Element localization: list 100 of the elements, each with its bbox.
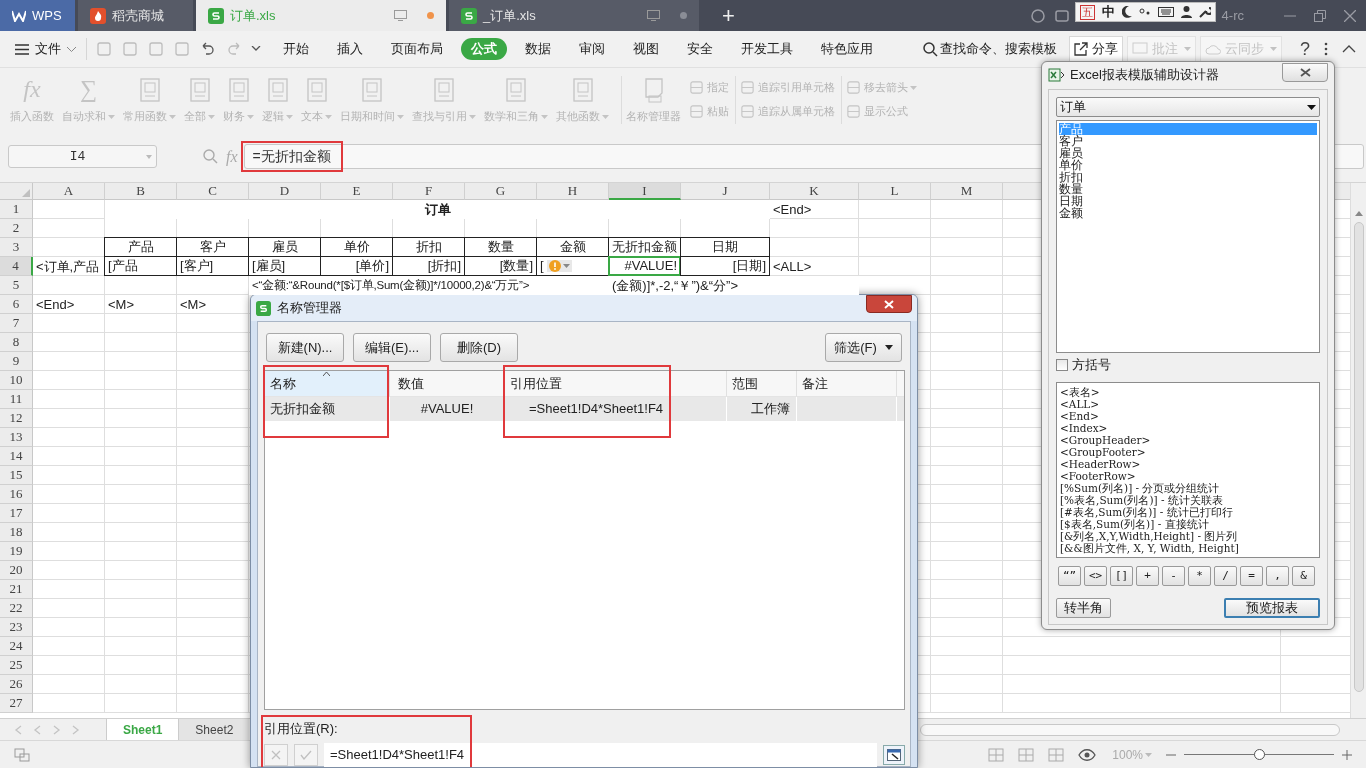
row-header[interactable]: 19 <box>0 542 33 561</box>
zoom-slider[interactable] <box>1184 748 1334 761</box>
reading-layout-icon[interactable] <box>1048 747 1065 762</box>
ribbon-tab[interactable]: 开发工具 <box>731 38 803 60</box>
table-cell[interactable]: <ALL> <box>770 257 859 276</box>
help-button[interactable]: ? <box>1300 35 1310 63</box>
reference-field[interactable]: =Sheet1!D4*Sheet1!F4 <box>324 743 877 767</box>
table-cell[interactable]: [产品 <box>104 256 177 276</box>
ribbon-tab[interactable]: 页面布局 <box>381 38 453 60</box>
list-item[interactable]: 日期 <box>1059 195 1317 207</box>
column-header[interactable]: F <box>393 183 465 200</box>
more-icon[interactable] <box>1324 42 1328 56</box>
input-mode-label[interactable]: 五 <box>1079 4 1095 20</box>
row-header[interactable]: 20 <box>0 561 33 580</box>
tokens-list[interactable] <box>1056 382 1320 558</box>
list-item[interactable]: <HeaderRow> <box>1060 458 1141 470</box>
share-button[interactable]: 分享 <box>1069 36 1123 62</box>
page-icon[interactable] <box>14 747 30 762</box>
column-header[interactable]: B <box>105 183 177 200</box>
table-cell[interactable]: 产品 <box>104 237 177 257</box>
ribbon-tab[interactable]: 插入 <box>327 38 373 60</box>
dialog-button[interactable]: 编辑(E)... <box>353 333 431 362</box>
list-item[interactable]: 数量 <box>1059 183 1317 195</box>
row-header[interactable]: 3 <box>0 238 33 257</box>
command-search[interactable]: 查找命令、搜索模板 <box>923 39 1057 59</box>
row-header[interactable]: 27 <box>0 694 33 713</box>
checkbox-box[interactable] <box>1056 359 1068 371</box>
symbol-button[interactable]: “” <box>1058 566 1081 586</box>
list-item[interactable]: <End> <box>1060 410 1099 422</box>
list-item[interactable]: <表名> <box>1060 386 1100 398</box>
slider-thumb[interactable] <box>1254 749 1265 760</box>
ribbon-tab[interactable]: 开始 <box>273 38 319 60</box>
scroll-up-icon[interactable] <box>1354 211 1363 216</box>
row-header[interactable]: 12 <box>0 409 33 428</box>
list-item[interactable]: [$表名,Sum(列名)] - 直接统计 <box>1060 518 1209 530</box>
dialog-button[interactable]: 新建(N)... <box>266 333 344 362</box>
name-row[interactable]: 无折扣金额 #VALUE! =Sheet1!D4*Sheet1!F4 工作簿 <box>265 397 904 421</box>
row-header[interactable]: 25 <box>0 656 33 675</box>
ribbon-tab[interactable]: 安全 <box>677 38 723 60</box>
tab[interactable]: 稻壳商城 <box>78 0 193 31</box>
row-header[interactable]: 26 <box>0 675 33 694</box>
symbol-button[interactable]: [] <box>1110 566 1133 586</box>
table-cell[interactable]: [客户] <box>176 256 249 276</box>
ribbon-tab[interactable]: 特色应用 <box>811 38 883 60</box>
list-item[interactable]: [%表名,Sum(列名)] - 统计关联表 <box>1060 494 1223 506</box>
row-header[interactable]: 24 <box>0 637 33 656</box>
list-item[interactable]: <ALL> <box>1060 398 1100 410</box>
column-header[interactable]: I <box>609 183 681 200</box>
row-header[interactable]: 1 <box>0 200 33 219</box>
list-item[interactable]: <GroupFooter> <box>1060 446 1146 458</box>
close-button[interactable] <box>1282 62 1328 82</box>
column-header[interactable]: L <box>859 183 931 200</box>
row-header[interactable]: 15 <box>0 466 33 485</box>
zoom-out-icon[interactable] <box>1166 753 1176 756</box>
dialog-button[interactable]: 删除(D) <box>440 333 518 362</box>
close-icon[interactable] <box>1344 9 1356 22</box>
zoom-in-icon[interactable] <box>1342 749 1352 760</box>
list-item[interactable]: 金额 <box>1059 207 1317 219</box>
horizontal-scrollbar[interactable] <box>920 723 1340 736</box>
monitor-icon[interactable] <box>394 10 407 21</box>
table-cell[interactable]: [折扣] <box>392 256 465 276</box>
column-header[interactable]: J <box>681 183 770 200</box>
row-header[interactable]: 8 <box>0 333 33 352</box>
table-cell[interactable]: <订单,产品 <box>33 257 105 276</box>
user-icon[interactable] <box>1180 6 1192 18</box>
column-header[interactable]: 名称 <box>265 371 390 396</box>
previous-sheet-icon[interactable] <box>33 724 42 735</box>
sheet-tab[interactable]: Sheet2 <box>179 718 250 741</box>
table-dropdown[interactable]: 订单 <box>1056 97 1320 117</box>
row-header[interactable]: 5 <box>0 276 33 295</box>
list-item[interactable]: [%Sum(列名)] - 分页或分组统计 <box>1060 482 1220 494</box>
symbol-button[interactable]: / <box>1214 566 1237 586</box>
column-header[interactable]: M <box>931 183 1003 200</box>
table-cell[interactable]: (金额)]*,-2,“￥”)&“分”> <box>609 276 859 295</box>
table-cell[interactable]: <“金额:“&Round(*[$订单,Sum(金额)]*/10000,2)&“万元”> <box>249 276 609 295</box>
input-language-label[interactable]: 中 <box>1101 2 1115 22</box>
list-item[interactable]: 折扣 <box>1059 171 1317 183</box>
row-header[interactable]: 2 <box>0 219 33 238</box>
column-header[interactable]: C <box>177 183 249 200</box>
table-cell[interactable]: <M> <box>105 295 177 314</box>
checkbox[interactable]: 方括号 <box>1056 358 1320 372</box>
row-header[interactable]: 21 <box>0 580 33 599</box>
panel-button[interactable]: 预览报表 <box>1224 598 1320 618</box>
list-item[interactable]: 客户 <box>1059 135 1317 147</box>
list-item[interactable]: 单价 <box>1059 159 1317 171</box>
filter-button[interactable]: 筛选(F) <box>825 333 902 362</box>
list-item[interactable]: [#表名,Sum(列名)] - 统计已打印行 <box>1060 506 1233 518</box>
eye-icon[interactable] <box>1078 748 1097 761</box>
column-header[interactable]: K <box>770 183 859 200</box>
symbol-button[interactable]: + <box>1136 566 1159 586</box>
ribbon-tab[interactable]: 审阅 <box>569 38 615 60</box>
last-sheet-icon[interactable] <box>71 724 80 735</box>
list-item[interactable]: [&列名,X,Y,Width,Height] - 图片列 <box>1060 530 1238 542</box>
collapse-dialog-button[interactable] <box>883 745 905 765</box>
tab[interactable]: WPS <box>0 0 75 31</box>
table-cell[interactable]: 日期 <box>680 237 770 257</box>
table-cell[interactable]: #VALUE! <box>608 256 681 276</box>
row-header[interactable]: 9 <box>0 352 33 371</box>
row-header[interactable]: 13 <box>0 428 33 447</box>
list-item[interactable]: <FooterRow> <box>1060 470 1136 482</box>
